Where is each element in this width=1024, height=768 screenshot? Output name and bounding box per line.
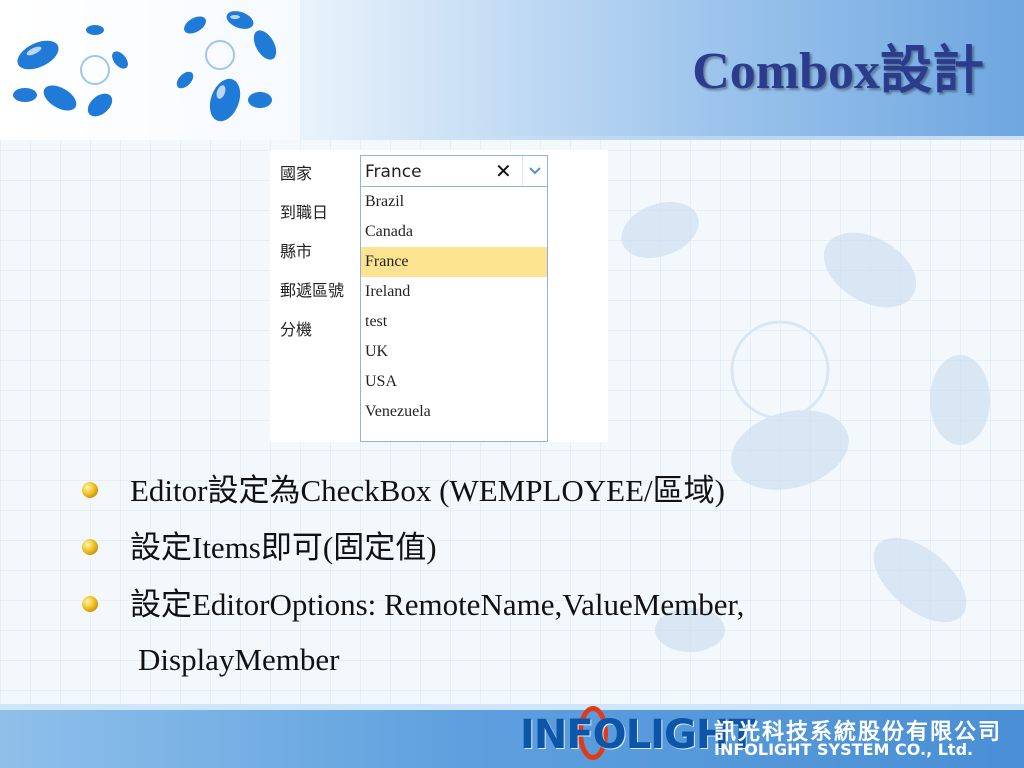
bullet-text: Editor設定為CheckBox (WEMPLOYEE/區域)	[130, 473, 725, 508]
label-extension: 分機	[280, 320, 313, 339]
label-postal-code: 郵遞區號	[280, 281, 345, 300]
country-combobox[interactable]: France ✕	[360, 155, 548, 187]
list-item[interactable]: Brazil	[361, 187, 547, 217]
form-panel: 國家 到職日 縣市 郵遞區號 分機 France ✕ Brazil Canada…	[270, 150, 608, 442]
label-hire-date: 到職日	[280, 203, 329, 222]
list-item[interactable]: test	[361, 307, 547, 337]
label-city: 縣市	[280, 242, 313, 261]
chevron-down-icon	[529, 167, 541, 175]
bullet-list: Editor設定為CheckBox (WEMPLOYEE/區域) 設定Items…	[80, 468, 980, 639]
bullet-icon	[82, 539, 98, 555]
close-icon[interactable]: ✕	[495, 159, 512, 183]
bullet-item: 設定EditorOptions: RemoteName,ValueMember,	[80, 582, 980, 639]
slide-title: Combox設計	[692, 43, 984, 100]
list-item[interactable]: Venezuela	[361, 397, 547, 427]
list-item[interactable]: UK	[361, 337, 547, 367]
bullet-text: 設定Items即可(固定值)	[130, 530, 437, 565]
footer-band: INFOLIGHT 訊光科技系統股份有限公司 INFOLIGHT SYSTEM …	[0, 704, 1024, 768]
footer-strip	[0, 704, 1024, 710]
list-item[interactable]: Canada	[361, 217, 547, 247]
dropdown-list[interactable]: Brazil Canada France Ireland test UK USA…	[360, 187, 548, 442]
bullet-text: 設定EditorOptions: RemoteName,ValueMember,	[130, 587, 745, 622]
bullet-item: Editor設定為CheckBox (WEMPLOYEE/區域)	[80, 468, 980, 525]
header-band: Combox設計	[0, 0, 1024, 140]
bullet-icon	[82, 596, 98, 612]
dropdown-toggle[interactable]	[522, 156, 547, 186]
company-name-en: INFOLIGHT SYSTEM CO., Ltd.	[714, 740, 974, 759]
decorative-logo-art	[0, 0, 300, 140]
list-item[interactable]: Ireland	[361, 277, 547, 307]
combobox-value: France	[365, 162, 422, 182]
bullet-item: 設定Items即可(固定值)	[80, 525, 980, 582]
bullet-icon	[82, 482, 98, 498]
label-country: 國家	[280, 164, 313, 183]
list-item[interactable]: USA	[361, 367, 547, 397]
list-item-selected[interactable]: France	[361, 247, 547, 277]
bullet-continuation: DisplayMember	[138, 642, 340, 677]
